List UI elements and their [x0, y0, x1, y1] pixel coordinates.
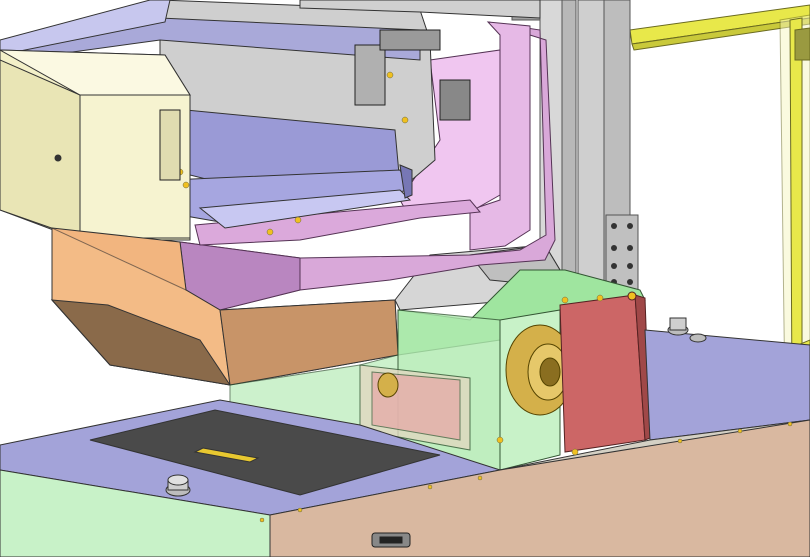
cad-assembly-view [0, 0, 810, 557]
cad-canvas [0, 0, 810, 557]
red-panel [559, 291, 651, 453]
slot-handle-icon [371, 532, 411, 548]
